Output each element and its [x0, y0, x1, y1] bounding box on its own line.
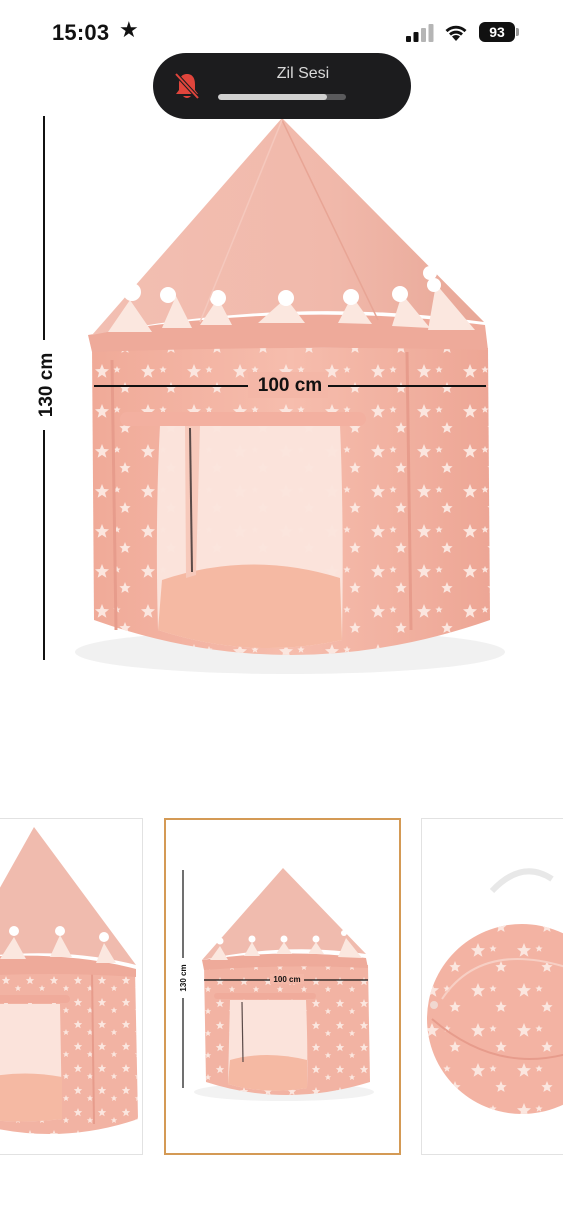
- thumbnail-height-label: 130 cm: [179, 964, 188, 991]
- product-main-image[interactable]: 100 cm 130 cm: [0, 60, 563, 760]
- volume-popup: Zil Sesi: [153, 53, 411, 119]
- thumbnail-1-image: [0, 827, 138, 1134]
- thumbnail-2-selected[interactable]: 100 cm 130 cm: [164, 818, 401, 1155]
- close-button[interactable]: [32, 76, 64, 108]
- thumbnail-width-label: 100 cm: [273, 975, 300, 984]
- thumbnail-2-image: 100 cm 130 cm: [178, 868, 374, 1101]
- thumbnail-1[interactable]: [0, 818, 143, 1155]
- thumbnail-3-image: [427, 868, 563, 1114]
- main-width-label: 100 cm: [258, 375, 322, 396]
- star-icon: ★: [119, 17, 139, 42]
- status-bar: 15:03 ★ 93: [0, 0, 563, 60]
- battery-tip: [516, 28, 519, 36]
- wifi-icon: [445, 25, 467, 41]
- status-time: 15:03: [52, 20, 110, 45]
- volume-slider: [218, 94, 346, 100]
- battery-indicator: 93: [479, 22, 519, 42]
- volume-popup-label: Zil Sesi: [276, 65, 330, 82]
- cellular-signal-icon: [406, 24, 434, 42]
- battery-level: 93: [479, 22, 515, 42]
- close-icon: [37, 81, 59, 103]
- thumbnail-3[interactable]: [421, 818, 563, 1155]
- volume-slider-fill: [218, 94, 327, 100]
- bell-muted-icon: [174, 72, 200, 100]
- main-height-label: 130 cm: [36, 353, 57, 417]
